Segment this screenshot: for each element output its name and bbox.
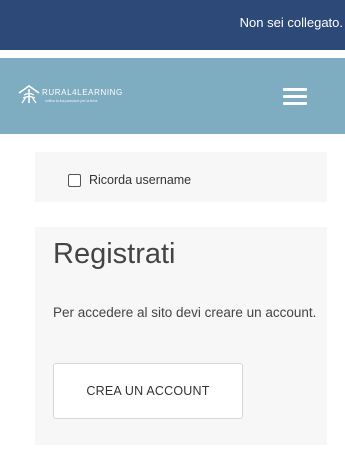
login-options-card: Ricorda username (35, 152, 327, 202)
register-title: Registrati (53, 238, 176, 270)
top-status-bar: Non sei collegato. (0, 0, 345, 50)
login-status-text: Non sei collegato. (239, 15, 343, 30)
main-navbar: RURAL4LEARNING coltiva la tua passione p… (0, 58, 345, 134)
create-account-button[interactable]: CREA UN ACCOUNT (53, 363, 243, 419)
logo-mark-icon (18, 85, 40, 104)
logo-name: RURAL4LEARNING (42, 88, 123, 97)
hamburger-menu-icon[interactable] (283, 88, 307, 106)
logo-tagline: coltiva la tua passione per la terra (45, 99, 98, 103)
remember-username[interactable]: Ricorda username (68, 172, 191, 188)
register-description: Per accedere al sito devi creare un acco… (53, 305, 317, 320)
register-card: Registrati Per accedere al sito devi cre… (35, 227, 327, 445)
remember-username-checkbox[interactable] (68, 173, 81, 187)
remember-username-label: Ricorda username (89, 173, 192, 187)
site-logo[interactable]: RURAL4LEARNING coltiva la tua passione p… (18, 82, 158, 112)
